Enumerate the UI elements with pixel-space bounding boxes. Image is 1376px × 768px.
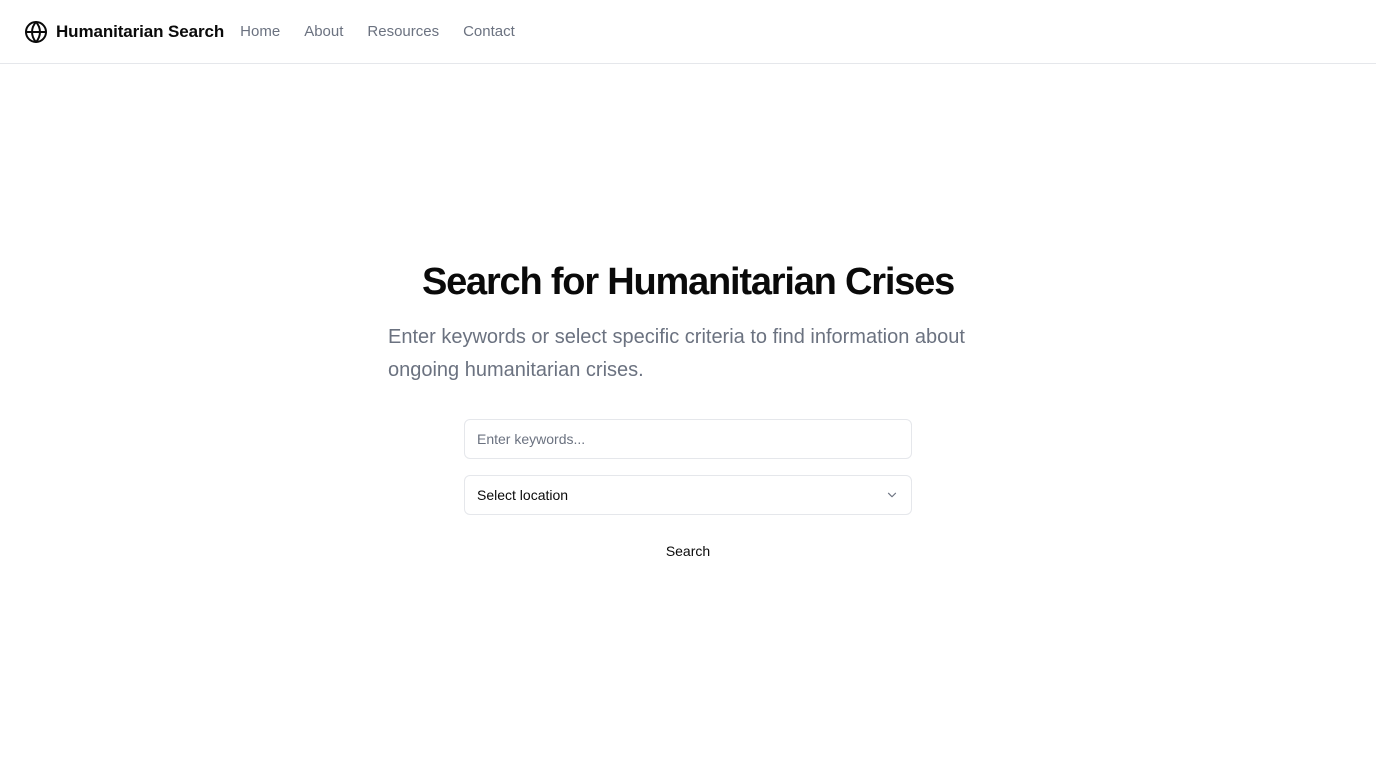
nav-link-contact[interactable]: Contact (463, 23, 515, 40)
brand-link[interactable]: Humanitarian Search (24, 20, 224, 44)
main-content: Search for Humanitarian Crises Enter key… (0, 64, 1376, 768)
page-subtitle: Enter keywords or select specific criter… (388, 326, 965, 381)
top-navbar: Humanitarian Search Home About Resources… (0, 0, 1376, 64)
nav-link-home[interactable]: Home (240, 23, 280, 40)
keyword-input[interactable] (477, 431, 899, 447)
location-select-value: Select location (477, 487, 569, 503)
keyword-field-wrapper (464, 419, 912, 459)
brand-name: Humanitarian Search (56, 21, 225, 41)
chevron-down-icon (885, 488, 899, 502)
nav-link-about[interactable]: About (304, 23, 343, 40)
nav-link-resources[interactable]: Resources (367, 23, 439, 40)
page-title: Search for Humanitarian Crises (421, 261, 955, 303)
globe-icon (24, 20, 48, 44)
search-button[interactable]: Search (638, 536, 738, 566)
location-select[interactable]: Select location (464, 475, 912, 515)
main-nav: Home About Resources Contact (240, 23, 515, 40)
